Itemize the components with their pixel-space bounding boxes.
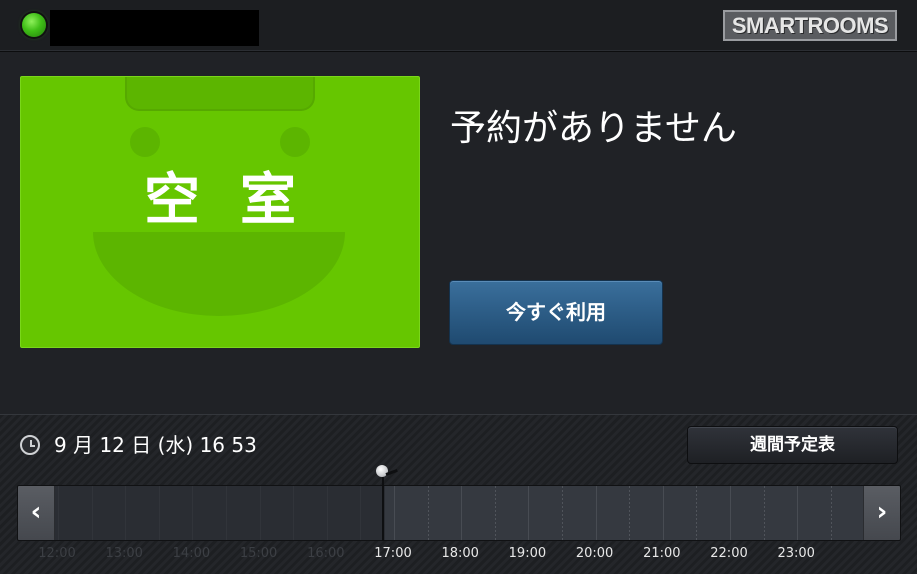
timeline-hour-label: 23:00 (777, 546, 815, 561)
main-panel: 空室 予約がありません 今すぐ利用 (0, 52, 917, 414)
timeline-hour-gridline (259, 486, 261, 540)
room-status-card: 空室 (20, 76, 420, 348)
chevron-right-icon[interactable]: › (863, 486, 900, 540)
current-datetime: 9 月 12 日 (水) 16 53 (54, 433, 257, 457)
timeline-halfhour-gridline (629, 486, 631, 540)
timeline-hour-label: 20:00 (575, 546, 614, 561)
timeline-hour-label: 14:00 (172, 546, 211, 561)
status-indicator-icon (22, 13, 46, 37)
timeline-halfhour-gridline (360, 486, 362, 540)
timeline-future-region (385, 486, 865, 540)
timeline-hour-gridline (192, 486, 194, 540)
timeline-hour-gridline (730, 486, 731, 540)
timeline-hour-gridline (58, 486, 59, 540)
timeline-halfhour-gridline (158, 486, 160, 540)
timeline-hour-gridline (394, 486, 395, 540)
face-eye-right-icon (280, 127, 310, 157)
timeline-hour-gridline (125, 486, 127, 540)
timeline-hour-gridline (662, 486, 664, 540)
top-bar: SMARTROOMS (0, 0, 917, 52)
timeline-bar[interactable]: ‹ › (17, 485, 901, 541)
timeline-halfhour-gridline (427, 486, 429, 540)
timeline-hour-gridline (797, 486, 799, 540)
timeline-halfhour-gridline (494, 486, 496, 540)
timeline-halfhour-gridline (696, 486, 698, 540)
room-name (50, 10, 259, 46)
timeline-hour-label: 13:00 (105, 546, 143, 561)
room-status-label: 空室 (144, 168, 336, 233)
timeline-past-region (54, 486, 385, 540)
use-now-button[interactable]: 今すぐ利用 (449, 280, 663, 345)
timeline-halfhour-gridline (226, 486, 227, 540)
timeline-hour-gridline (326, 486, 328, 540)
timeline-halfhour-gridline (91, 486, 93, 540)
timeline-hour-label: 17:00 (374, 546, 412, 561)
chevron-left-icon[interactable]: ‹ (18, 486, 55, 540)
schedule-panel: 9 月 12 日 (水) 16 53 週間予定表 ‹ › 12:00 13:00 1… (0, 414, 917, 574)
timeline-hour-label: 19:00 (508, 546, 547, 561)
timeline-halfhour-gridline (763, 486, 765, 540)
timeline-halfhour-gridline (562, 486, 563, 540)
timeline-hour-label: 12:00 (38, 546, 76, 561)
timeline-hour-label: 15:00 (239, 546, 278, 561)
timeline-halfhour-gridline (293, 486, 295, 540)
weekly-schedule-button[interactable]: 週間予定表 (687, 426, 898, 464)
smartrooms-logo: SMARTROOMS (723, 10, 897, 41)
timeline-hour-label: 21:00 (643, 546, 681, 561)
card-tab-decoration (125, 77, 315, 111)
face-eye-left-icon (130, 127, 160, 157)
timeline-hour-gridline (461, 486, 463, 540)
timeline-hour-gridline (595, 486, 597, 540)
current-time-line (382, 475, 384, 541)
face-smile-icon (93, 232, 345, 316)
timeline-hour-label: 16:00 (307, 546, 345, 561)
timeline-hour-gridline (528, 486, 530, 540)
no-reservation-message: 予約がありません (450, 108, 737, 149)
clock-icon (20, 435, 40, 455)
timeline-halfhour-gridline (830, 486, 832, 540)
timeline-hour-label: 22:00 (710, 546, 748, 561)
timeline-hour-label: 18:00 (441, 546, 479, 561)
